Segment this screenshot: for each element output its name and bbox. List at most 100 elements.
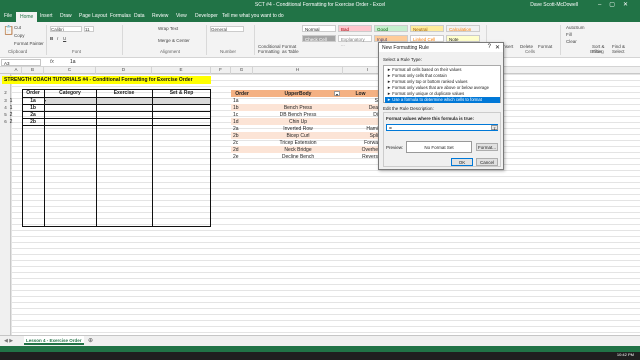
style-bad[interactable]: Bad (338, 25, 372, 32)
fill-button[interactable]: Fill (566, 32, 572, 37)
lookup-order-cell[interactable]: 2e (231, 153, 253, 160)
tab-home[interactable]: Home (16, 12, 38, 22)
table-cell[interactable]: 2a (22, 112, 44, 118)
lookup-lowerbody-cell[interactable]: Forwa (343, 139, 378, 146)
style-note[interactable]: Note (446, 35, 480, 42)
table-cell[interactable]: 1b (22, 105, 44, 111)
dropdown-arrow-icon[interactable]: ▾ (44, 98, 46, 103)
lookup-lowerbody-cell[interactable] (343, 118, 378, 125)
rule-type-list[interactable]: ► Format all cells based on their values… (383, 65, 501, 103)
lookup-lowerbody-cell[interactable]: Overhe (343, 146, 378, 153)
rule-type-item[interactable]: ► Format only cells that contain (385, 73, 500, 79)
lookup-header-order[interactable]: Order (231, 90, 253, 97)
fx-icon[interactable]: fx (50, 59, 54, 65)
help-icon[interactable]: ? (488, 44, 491, 50)
font-size-select[interactable]: 11 (84, 26, 94, 32)
style-explanatory[interactable]: Explanatory ... (338, 35, 372, 47)
lookup-lowerbody-cell[interactable]: Di (343, 111, 378, 118)
sheet-tab-lesson-4[interactable]: Lesson 4 - Exercise Order (24, 336, 84, 345)
lookup-upperbody-cell[interactable] (253, 97, 343, 104)
cancel-button[interactable]: Cancel (476, 158, 498, 166)
lookup-upperbody-cell[interactable]: Bicep Curl (253, 132, 343, 139)
style-neutral[interactable]: Neutral (410, 25, 444, 32)
rule-type-item[interactable]: ► Format only values that are above or b… (385, 85, 500, 91)
table-cell[interactable]: 1 (0, 98, 22, 104)
tab-page-layout[interactable]: Page Layout (79, 13, 107, 19)
tab-developer[interactable]: Developer (195, 13, 218, 19)
lookup-order-cell[interactable]: 2d (231, 146, 253, 153)
tell-me-box[interactable]: Tell me what you want to do (222, 13, 284, 19)
close-icon[interactable]: ✕ (495, 44, 500, 51)
column-header[interactable]: B (22, 67, 44, 74)
paste-icon[interactable]: 📋 (3, 25, 14, 36)
lookup-upperbody-cell[interactable]: Decline Bench (253, 153, 343, 160)
add-sheet-icon[interactable]: ⊕ (88, 337, 93, 344)
column-header[interactable]: H (253, 67, 343, 74)
column-header[interactable]: D (96, 67, 152, 74)
font-name-select[interactable]: Calibri (50, 26, 82, 32)
style-input[interactable]: Input (374, 35, 408, 42)
lookup-header-lowerbody[interactable]: Low (343, 90, 378, 97)
lookup-upperbody-cell[interactable]: Inverted Row (253, 125, 343, 132)
user-name[interactable]: Dave Scott-McDowell (530, 2, 578, 8)
column-header[interactable]: A (11, 67, 22, 74)
autosum-button[interactable]: AutoSum (566, 25, 585, 30)
format-button[interactable]: Format... (476, 143, 498, 151)
lookup-lowerbody-cell[interactable]: Spli (343, 132, 378, 139)
style-check-cell[interactable]: Check Cell (302, 35, 336, 42)
formula-input-field[interactable]: = (386, 124, 498, 132)
row-header[interactable]: 2 (0, 90, 11, 95)
italic-button[interactable]: I (57, 36, 58, 41)
find-select-button[interactable]: Find & Select (612, 44, 630, 54)
table-cell[interactable]: 1 (0, 105, 22, 111)
lookup-order-cell[interactable]: 2b (231, 132, 253, 139)
formula-input[interactable]: 1a (70, 59, 76, 65)
column-header[interactable]: C (44, 67, 96, 74)
wrap-text-button[interactable]: Wrap Text (158, 26, 178, 31)
format-as-table-button[interactable]: Format as Table (282, 44, 300, 54)
copy-button[interactable]: Copy (14, 33, 25, 38)
underline-button[interactable]: U (63, 36, 66, 41)
rule-type-item-selected[interactable]: ► Use a formula to determine which cells… (385, 97, 500, 103)
lookup-order-cell[interactable]: 1b (231, 104, 253, 111)
clear-button[interactable]: Clear (566, 39, 577, 44)
lookup-upperbody-cell[interactable]: Chin Up (253, 118, 343, 125)
column-header[interactable]: F (211, 67, 231, 74)
conditional-formatting-button[interactable]: Conditional Formatting (258, 44, 282, 54)
window-controls[interactable]: –▢✕ (598, 1, 636, 8)
style-linked-cell[interactable]: Linked Cell (410, 35, 444, 42)
lookup-lowerbody-cell[interactable]: Revers (343, 153, 378, 160)
lookup-lowerbody-cell[interactable]: S (343, 97, 378, 104)
table-cell[interactable]: 2 (0, 112, 22, 118)
format-cells-button[interactable]: Format (538, 44, 552, 49)
lookup-header-upperbody[interactable]: UpperBody (253, 90, 343, 97)
tab-data[interactable]: Data (134, 13, 145, 19)
lookup-order-cell[interactable]: 1d (231, 118, 253, 125)
lookup-lowerbody-cell[interactable]: Dea (343, 104, 378, 111)
filter-dropdown-icon[interactable]: ▾ (334, 91, 340, 97)
rule-type-item[interactable]: ► Format all cells based on their values (385, 67, 500, 73)
sheet-banner[interactable]: STRENGTH COACH TUTORIALS #4 - Conditiona… (2, 76, 211, 84)
table-cell[interactable]: 1a (22, 98, 44, 104)
style-good[interactable]: Good (374, 25, 408, 32)
lookup-upperbody-cell[interactable]: Bench Press (253, 104, 343, 111)
lookup-upperbody-cell[interactable]: Neck Bridge (253, 146, 343, 153)
cut-button[interactable]: Cut (14, 25, 21, 30)
lookup-order-cell[interactable]: 2a (231, 125, 253, 132)
table-cell[interactable]: 2b (22, 119, 44, 125)
rule-type-item[interactable]: ► Format only top or bottom ranked value… (385, 79, 500, 85)
column-header[interactable]: G (231, 67, 253, 74)
style-normal[interactable]: Normal (302, 25, 336, 32)
ok-button[interactable]: OK (451, 158, 473, 166)
tab-view[interactable]: View (176, 13, 187, 19)
tab-review[interactable]: Review (152, 13, 168, 19)
merge-center-button[interactable]: Merge & Center (158, 38, 190, 43)
bold-button[interactable]: B (50, 36, 53, 41)
lookup-upperbody-cell[interactable]: Tricep Extension (253, 139, 343, 146)
table-cell[interactable]: 2 (0, 119, 22, 125)
column-header[interactable]: E (152, 67, 211, 74)
name-box[interactable]: A3 (1, 59, 41, 66)
lookup-order-cell[interactable]: 2c (231, 139, 253, 146)
number-format-select[interactable]: General (210, 26, 244, 32)
lookup-upperbody-cell[interactable]: DB Bench Press (253, 111, 343, 118)
